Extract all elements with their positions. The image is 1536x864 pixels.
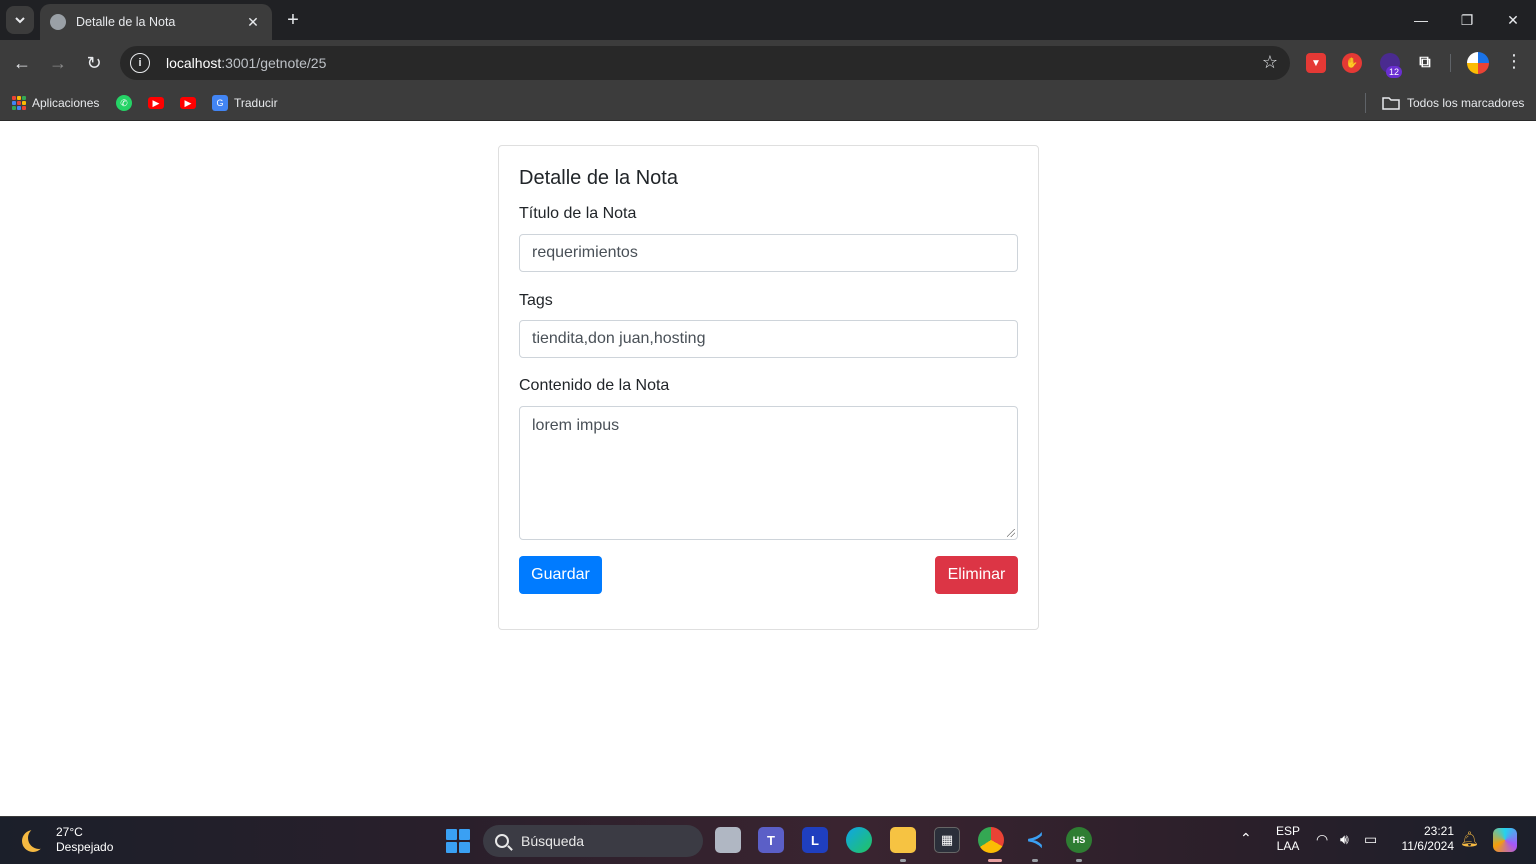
bookmark-star-icon[interactable]: ☆ [1262,52,1278,73]
bookmark-youtube-2[interactable]: ▶ [180,93,202,113]
restore-icon[interactable]: ❐ [1444,0,1490,40]
time: 23:21 [1423,824,1454,838]
weather-widget[interactable]: 27°C Despejado [20,825,113,855]
search-placeholder: Búsqueda [521,833,585,849]
copilot-icon[interactable] [1493,828,1517,852]
bookmark-youtube-1[interactable]: ▶ [148,93,170,113]
date: 11/6/2024 [1401,839,1455,853]
battery-icon[interactable]: ▭ [1364,831,1377,848]
site-info-icon[interactable]: i [130,53,150,73]
globe-icon [50,14,66,30]
show-hidden-icons-chevron-icon[interactable]: ⌃ [1240,830,1252,847]
weather-condition: Despejado [56,840,114,854]
file-explorer-icon[interactable] [890,827,916,853]
whatsapp-icon: ✆ [116,95,132,111]
extensions-puzzle-icon[interactable]: ⧉ [1415,53,1435,73]
bookmark-whatsapp[interactable]: ✆ [116,93,138,113]
extension-badge: 12 [1386,66,1403,78]
chrome-icon[interactable] [978,827,1004,853]
store-icon[interactable]: ▦ [934,827,960,853]
content-text: lorem impus [532,417,620,434]
bookmark-apps[interactable]: Aplicaciones [12,93,99,113]
task-view-icon[interactable] [715,827,741,853]
bookmark-apps-label: Aplicaciones [32,96,100,110]
pocket-extension-icon[interactable]: ▼ [1306,53,1326,73]
back-arrow-icon[interactable]: ← [8,49,36,77]
wifi-icon[interactable]: ◠ [1316,831,1328,848]
content-label: Contenido de la Nota [519,377,670,394]
menu-kebab-icon[interactable]: ⋮ [1504,51,1524,72]
bookmarks-bar: Aplicaciones ✆ ▶ ▶ G Traducir Todos los … [0,86,1536,121]
note-detail-card: Detalle de la Nota Título de la Nota req… [498,145,1039,630]
browser-toolbar: ← → ↻ i localhost:3001/getnote/25 ☆ ▼ ✋ … [0,40,1536,86]
bookmark-translate-label: Traducir [234,96,278,110]
bookmark-translate[interactable]: G Traducir [212,93,278,113]
tab-close-icon[interactable]: ✕ [244,14,262,31]
save-button[interactable]: Guardar [519,556,602,594]
edge-icon[interactable] [846,827,872,853]
close-window-icon[interactable]: ✕ [1490,0,1536,40]
forward-arrow-icon[interactable]: → [44,49,72,77]
tags-label: Tags [519,292,553,309]
title-input[interactable]: requerimientos [519,234,1018,272]
youtube-icon: ▶ [180,97,196,109]
url-text: localhost:3001/getnote/25 [166,55,327,71]
volume-icon[interactable]: 🔊︎ [1340,831,1349,848]
google-translate-icon: G [212,95,228,111]
apps-grid-icon [12,96,26,110]
moon-icon [28,827,50,849]
adblock-extension-icon[interactable]: ✋ [1342,53,1362,73]
reload-icon[interactable]: ↻ [80,49,108,77]
taskbar-search[interactable]: Búsqueda [483,825,703,857]
windows-start-icon[interactable] [446,829,470,853]
notification-bell-icon[interactable]: 🔔︎ [1460,830,1479,848]
tab-search-button[interactable] [6,6,34,34]
content-textarea[interactable]: lorem impus [519,406,1018,540]
resize-handle-icon[interactable] [1007,529,1015,537]
page-title: Detalle de la Nota [519,167,678,189]
all-bookmarks-button[interactable]: Todos los marcadores [1382,93,1524,113]
browser-tab-bar: Detalle de la Nota ✕ + — ❐ ✕ [0,0,1536,40]
profile-avatar[interactable] [1467,52,1489,74]
minimize-icon[interactable]: — [1398,0,1444,40]
tab-title: Detalle de la Nota [76,15,176,29]
clock[interactable]: 23:21 11/6/2024 [1396,824,1455,854]
temperature: 27°C [56,825,83,839]
teams-icon[interactable]: T [758,827,784,853]
language-indicator[interactable]: ESP LAA [1276,824,1300,854]
taskbar: 27°C Despejado Búsqueda T L ▦ ≺ HS [0,816,1536,864]
folder-icon [1382,97,1400,110]
youtube-icon: ▶ [148,97,164,109]
all-bookmarks-label: Todos los marcadores [1407,96,1525,110]
title-label: Título de la Nota [519,205,637,222]
l-app-icon[interactable]: L [802,827,828,853]
window-controls: — ❐ ✕ [1398,0,1536,40]
tab-active[interactable]: Detalle de la Nota ✕ [40,4,272,40]
hs-app-icon[interactable]: HS [1066,827,1092,853]
address-bar[interactable]: i localhost:3001/getnote/25 ☆ [120,46,1290,80]
chevron-down-icon [15,17,25,24]
tags-input[interactable]: tiendita,don juan,hosting [519,320,1018,358]
search-icon [495,834,509,848]
delete-button[interactable]: Eliminar [935,556,1018,594]
new-tab-button[interactable]: + [281,8,305,32]
vscode-icon[interactable]: ≺ [1022,827,1048,853]
